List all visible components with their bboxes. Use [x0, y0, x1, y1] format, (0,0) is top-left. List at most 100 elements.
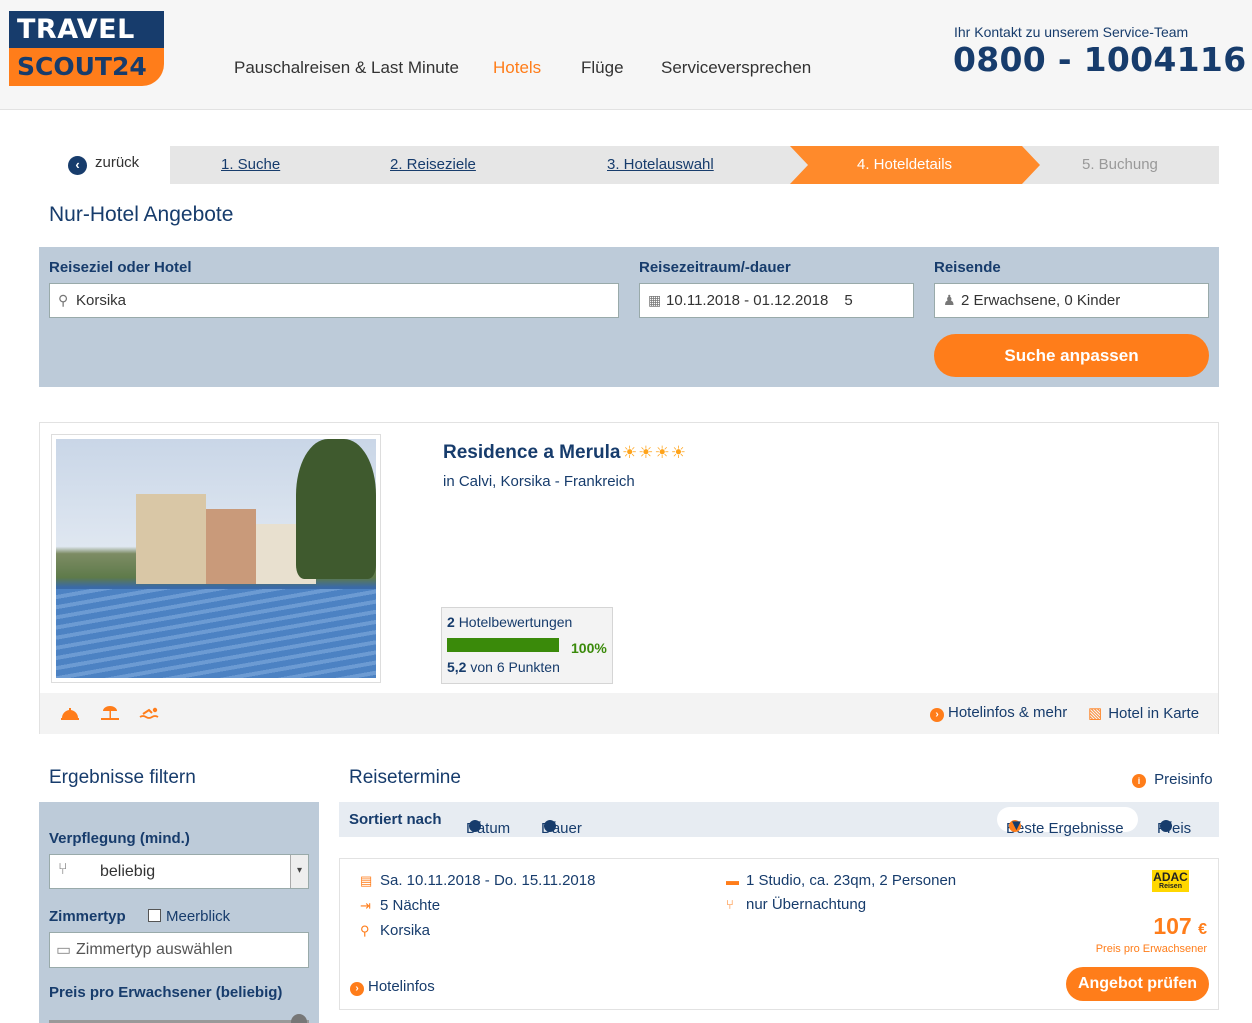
duration-icon: ⇥	[360, 898, 371, 913]
price-slider-handle[interactable]	[291, 1014, 307, 1023]
travellers-input[interactable]: ♟ 2 Erwachsene, 0 Kinder	[934, 283, 1209, 318]
chevron-down-icon: ▼	[469, 817, 484, 834]
price-info-label: Preisinfo	[1154, 771, 1213, 788]
date-input[interactable]: ▦ 10.11.2018 - 01.12.2018 5	[639, 283, 914, 318]
adjust-search-button[interactable]: Suche anpassen	[934, 334, 1209, 377]
chevron-down-icon: ▼	[544, 817, 559, 834]
step-hotelauswahl[interactable]: 3. Hotelauswahl	[607, 146, 714, 184]
nav-pauschalreisen[interactable]: Pauschalreisen & Last Minute	[234, 58, 459, 78]
step-reiseziele[interactable]: 2. Reiseziele	[390, 146, 476, 184]
room-type-input[interactable]: ▭ Zimmertyp auswählen	[49, 932, 309, 968]
provider-name: ADAC	[1153, 870, 1188, 884]
nav-serviceversprechen[interactable]: Serviceversprechen	[661, 58, 811, 78]
progress-steps: 1. Suche 2. Reiseziele 3. Hotelauswahl 4…	[170, 146, 1219, 184]
map-icon: ▧	[1088, 705, 1103, 722]
search-panel: Reiseziel oder Hotel ⚲ Korsika Reisezeitr…	[39, 247, 1219, 387]
chevron-down-icon: ▾	[290, 855, 308, 888]
destination-value: Korsika	[76, 292, 127, 309]
rating-score: 5,2	[447, 659, 467, 675]
offer-price-currency: €	[1198, 921, 1207, 938]
offer-region: ⚲ Korsika	[360, 922, 430, 939]
room-type-placeholder: Zimmertyp auswählen	[76, 941, 233, 958]
recommend-bar	[447, 638, 559, 652]
rating-count-line: 2 Hotelbewertungen	[447, 614, 572, 630]
offer-card: ▤ Sa. 10.11.2018 - Do. 15.11.2018 ⇥ 5 Näch…	[339, 858, 1219, 1010]
offer-room: ▬ 1 Studio, ca. 23qm, 2 Personen	[726, 872, 956, 889]
page-title: Nur-Hotel Angebote	[49, 203, 234, 226]
hotel-info-label: Hotelinfos & mehr	[948, 704, 1068, 721]
chevron-down-icon: ▼	[1009, 817, 1024, 834]
hotel-name[interactable]: Residence a Merula	[443, 442, 620, 464]
destination-label: Reiseziel oder Hotel	[49, 259, 192, 276]
rating-score-suffix: von 6 Punkten	[470, 659, 560, 675]
chevron-right-icon: ›	[930, 708, 944, 722]
bed-icon: ▬	[726, 873, 739, 888]
rating-count-label: Hotelbewertungen	[458, 614, 573, 630]
nav-hotels[interactable]: Hotels	[493, 58, 541, 78]
rating-score-line: 5,2 von 6 Punkten	[447, 659, 560, 675]
hotel-info-link[interactable]: › Hotelinfos & mehr	[930, 704, 1067, 722]
nav-fluege[interactable]: Flüge	[581, 58, 624, 78]
cutlery-icon: ⑂	[58, 861, 68, 878]
provider-sub: Reisen	[1159, 883, 1182, 890]
chevron-right-icon: ›	[350, 982, 364, 996]
offer-price-note: Preis pro Erwachsener	[1095, 943, 1207, 955]
offer-nights-value: 5 Nächte	[380, 897, 441, 914]
cutlery-icon: ⑂	[726, 897, 734, 912]
offer-hotel-info-link[interactable]: › Hotelinfos	[350, 978, 435, 996]
duration-value: 5	[844, 292, 853, 309]
seaview-checkbox[interactable]: Meerblick	[148, 908, 230, 925]
seaview-label: Meerblick	[166, 908, 231, 925]
recommend-bar-fill	[447, 638, 559, 652]
rating-count: 2	[447, 614, 455, 630]
offer-nights: ⇥ 5 Nächte	[360, 897, 440, 914]
check-offer-button[interactable]: Angebot prüfen	[1066, 967, 1209, 1001]
hotel-map-link[interactable]: ▧ Hotel in Karte	[1088, 704, 1199, 722]
hotel-photo-image	[56, 439, 376, 678]
hotel-card: Residence a Merula ☀☀☀☀ in Calvi, Korsik…	[39, 422, 1219, 734]
contact-label: Ihr Kontakt zu unserem Service-Team	[954, 24, 1189, 40]
step-suche[interactable]: 1. Suche	[221, 146, 280, 184]
price-info-link[interactable]: i Preisinfo	[1132, 771, 1213, 788]
sort-bar: Sortiert nach Datum ▼ Dauer ▼ Beste Ergebn…	[339, 802, 1219, 837]
hotel-rating-box[interactable]: 2 Hotelbewertungen 100% 5,2 von 6 Punkte…	[441, 607, 613, 684]
offer-price-value: 107	[1153, 913, 1192, 939]
step-buchung: 5. Buchung	[1082, 156, 1158, 173]
offer-dates-value: Sa. 10.11.2018 - Do. 15.11.2018	[380, 872, 596, 889]
destination-input[interactable]: ⚲ Korsika	[49, 283, 619, 318]
back-link[interactable]: ‹ zurück	[68, 154, 139, 176]
hotel-photo[interactable]	[51, 434, 381, 683]
checkbox-box	[148, 909, 161, 922]
sort-label: Sortiert nach	[349, 811, 442, 828]
board-select[interactable]: ⑂ beliebig ▾	[49, 854, 309, 889]
offer-hotel-info-label: Hotelinfos	[368, 978, 435, 995]
logo-line-2: SCOUT24	[9, 48, 164, 86]
travellers-value: 2 Erwachsene, 0 Kinder	[961, 292, 1121, 309]
back-label: zurück	[95, 154, 140, 171]
photo-tree	[296, 439, 376, 579]
provider-logo: ADAC Reisen	[1152, 870, 1189, 892]
step-hoteldetails: 4. Hoteldetails	[857, 156, 953, 173]
travelscout24-logo[interactable]: TRAVEL SCOUT24	[9, 11, 164, 86]
calendar-icon: ▦	[648, 292, 662, 308]
results-title: Reisetermine	[349, 767, 461, 788]
location-pin-icon: ⚲	[58, 292, 69, 308]
date-label: Reisezeitraum/-dauer	[639, 259, 791, 276]
offer-price: 107 €	[1153, 913, 1207, 940]
beach-umbrella-icon	[100, 705, 120, 726]
chevron-left-icon: ‹	[68, 156, 87, 175]
person-icon: ♟	[943, 292, 956, 308]
hotel-stars: ☀☀☀☀	[622, 443, 687, 462]
filter-title: Ergebnisse filtern	[49, 767, 196, 788]
bed-icon: ▭	[56, 942, 72, 959]
date-value: 10.11.2018 - 01.12.2018	[666, 292, 829, 309]
info-icon: i	[1132, 774, 1146, 788]
offer-board: ⑂ nur Übernachtung	[726, 896, 866, 913]
location-pin-icon: ⚲	[360, 923, 370, 938]
offer-region-value: Korsika	[380, 922, 431, 939]
board-value: beliebig	[100, 863, 156, 880]
calendar-icon: ▤	[360, 873, 373, 888]
contact-phone[interactable]: 0800 - 1004116	[953, 40, 1246, 79]
price-filter-label: Preis pro Erwachsener (beliebig)	[49, 984, 283, 1001]
hotel-map-label: Hotel in Karte	[1108, 705, 1200, 722]
